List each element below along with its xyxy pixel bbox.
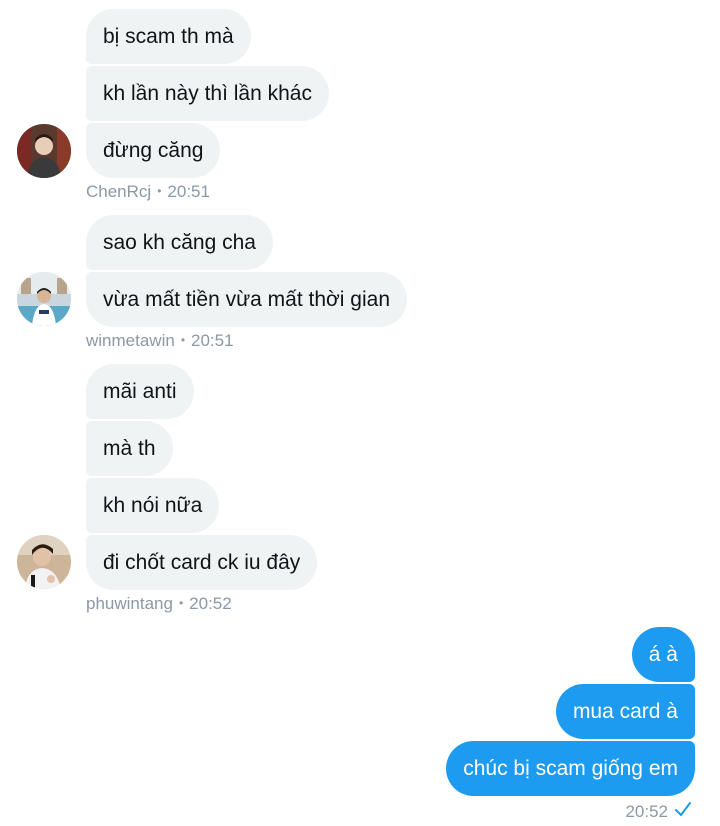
received-message[interactable]: sao kh căng cha bbox=[86, 215, 273, 270]
sent-message-meta: 20:52 bbox=[625, 800, 692, 823]
received-message[interactable]: bị scam th mà bbox=[86, 9, 251, 64]
sent-message[interactable]: á à bbox=[631, 627, 695, 682]
received-message[interactable]: mà th bbox=[86, 421, 173, 476]
timestamp: 20:52 bbox=[189, 594, 232, 613]
sent-message[interactable]: chúc bị scam giống em bbox=[446, 741, 695, 796]
message-meta: winmetawin • 20:51 bbox=[86, 331, 234, 351]
avatar-phuwintang[interactable] bbox=[17, 535, 71, 589]
message-meta: ChenRcj • 20:51 bbox=[86, 182, 210, 202]
sender-name[interactable]: phuwintang bbox=[86, 594, 173, 613]
check-icon bbox=[674, 800, 692, 823]
received-message[interactable]: vừa mất tiền vừa mất thời gian bbox=[86, 272, 408, 327]
timestamp: 20:51 bbox=[191, 331, 234, 350]
separator-dot: • bbox=[178, 596, 184, 610]
received-message[interactable]: kh lần này thì lần khác bbox=[86, 66, 329, 121]
received-message[interactable]: mãi anti bbox=[86, 364, 194, 419]
separator-dot: • bbox=[180, 333, 186, 347]
sender-name[interactable]: ChenRcj bbox=[86, 182, 151, 201]
avatar-chenrcj[interactable] bbox=[17, 124, 71, 178]
message-meta: phuwintang • 20:52 bbox=[86, 594, 232, 614]
sent-message[interactable]: mua card à bbox=[555, 684, 695, 739]
received-message[interactable]: kh nói nữa bbox=[86, 478, 220, 533]
avatar-winmetawin[interactable] bbox=[17, 272, 71, 326]
timestamp: 20:51 bbox=[167, 182, 210, 201]
sender-name[interactable]: winmetawin bbox=[86, 331, 175, 350]
separator-dot: • bbox=[157, 184, 162, 198]
timestamp: 20:52 bbox=[625, 801, 668, 821]
received-message[interactable]: đừng căng bbox=[86, 123, 221, 178]
received-message[interactable]: đi chốt card ck iu đây bbox=[86, 535, 318, 590]
